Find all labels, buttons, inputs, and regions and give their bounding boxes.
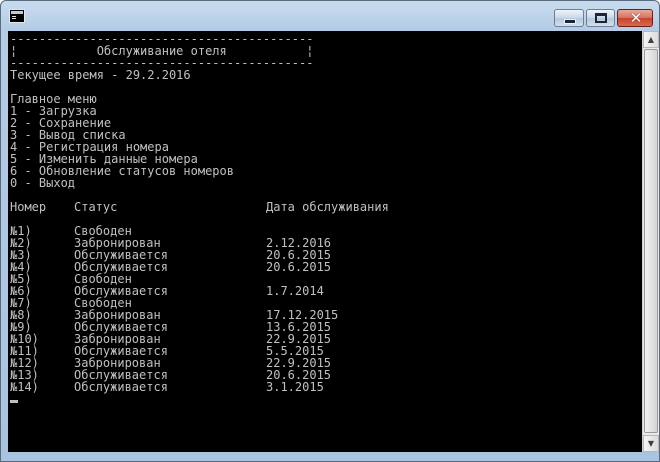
- text-cursor: [10, 400, 18, 403]
- minimize-button[interactable]: [554, 9, 584, 27]
- service-date: 3.1.2015: [266, 380, 324, 394]
- table-header-status: Статус: [74, 200, 118, 214]
- room-status: Обслуживается: [74, 380, 168, 394]
- vertical-scrollbar[interactable]: ▲ ▼: [642, 31, 659, 452]
- scrollbar-thumb[interactable]: [644, 49, 658, 433]
- scroll-up-button[interactable]: ▲: [643, 31, 659, 48]
- scroll-down-button[interactable]: ▼: [643, 435, 659, 452]
- room-number: №14): [10, 380, 39, 394]
- table-header-number: Номер: [10, 200, 47, 214]
- service-date: 20.6.2015: [266, 260, 332, 274]
- table-header-date: Дата обслуживания: [266, 200, 389, 214]
- title-bar[interactable]: ✕: [1, 1, 659, 31]
- maximize-icon: [595, 13, 607, 23]
- console-output[interactable]: ----------------------------------------…: [8, 31, 642, 452]
- console-app-icon[interactable]: [9, 9, 25, 23]
- minimize-icon: [564, 19, 576, 24]
- close-button[interactable]: ✕: [617, 9, 653, 27]
- menu-item-exit: 0 - Выход: [10, 176, 76, 190]
- close-icon: ✕: [629, 9, 643, 27]
- console-window: ✕ --------------------------------------…: [0, 0, 660, 462]
- current-time: Текущее время - 29.2.2016: [10, 68, 191, 82]
- service-date: 1.7.2014: [266, 284, 324, 298]
- scroll-down-icon: ▼: [647, 439, 655, 448]
- scroll-up-icon: ▲: [647, 35, 655, 44]
- maximize-button[interactable]: [586, 9, 615, 27]
